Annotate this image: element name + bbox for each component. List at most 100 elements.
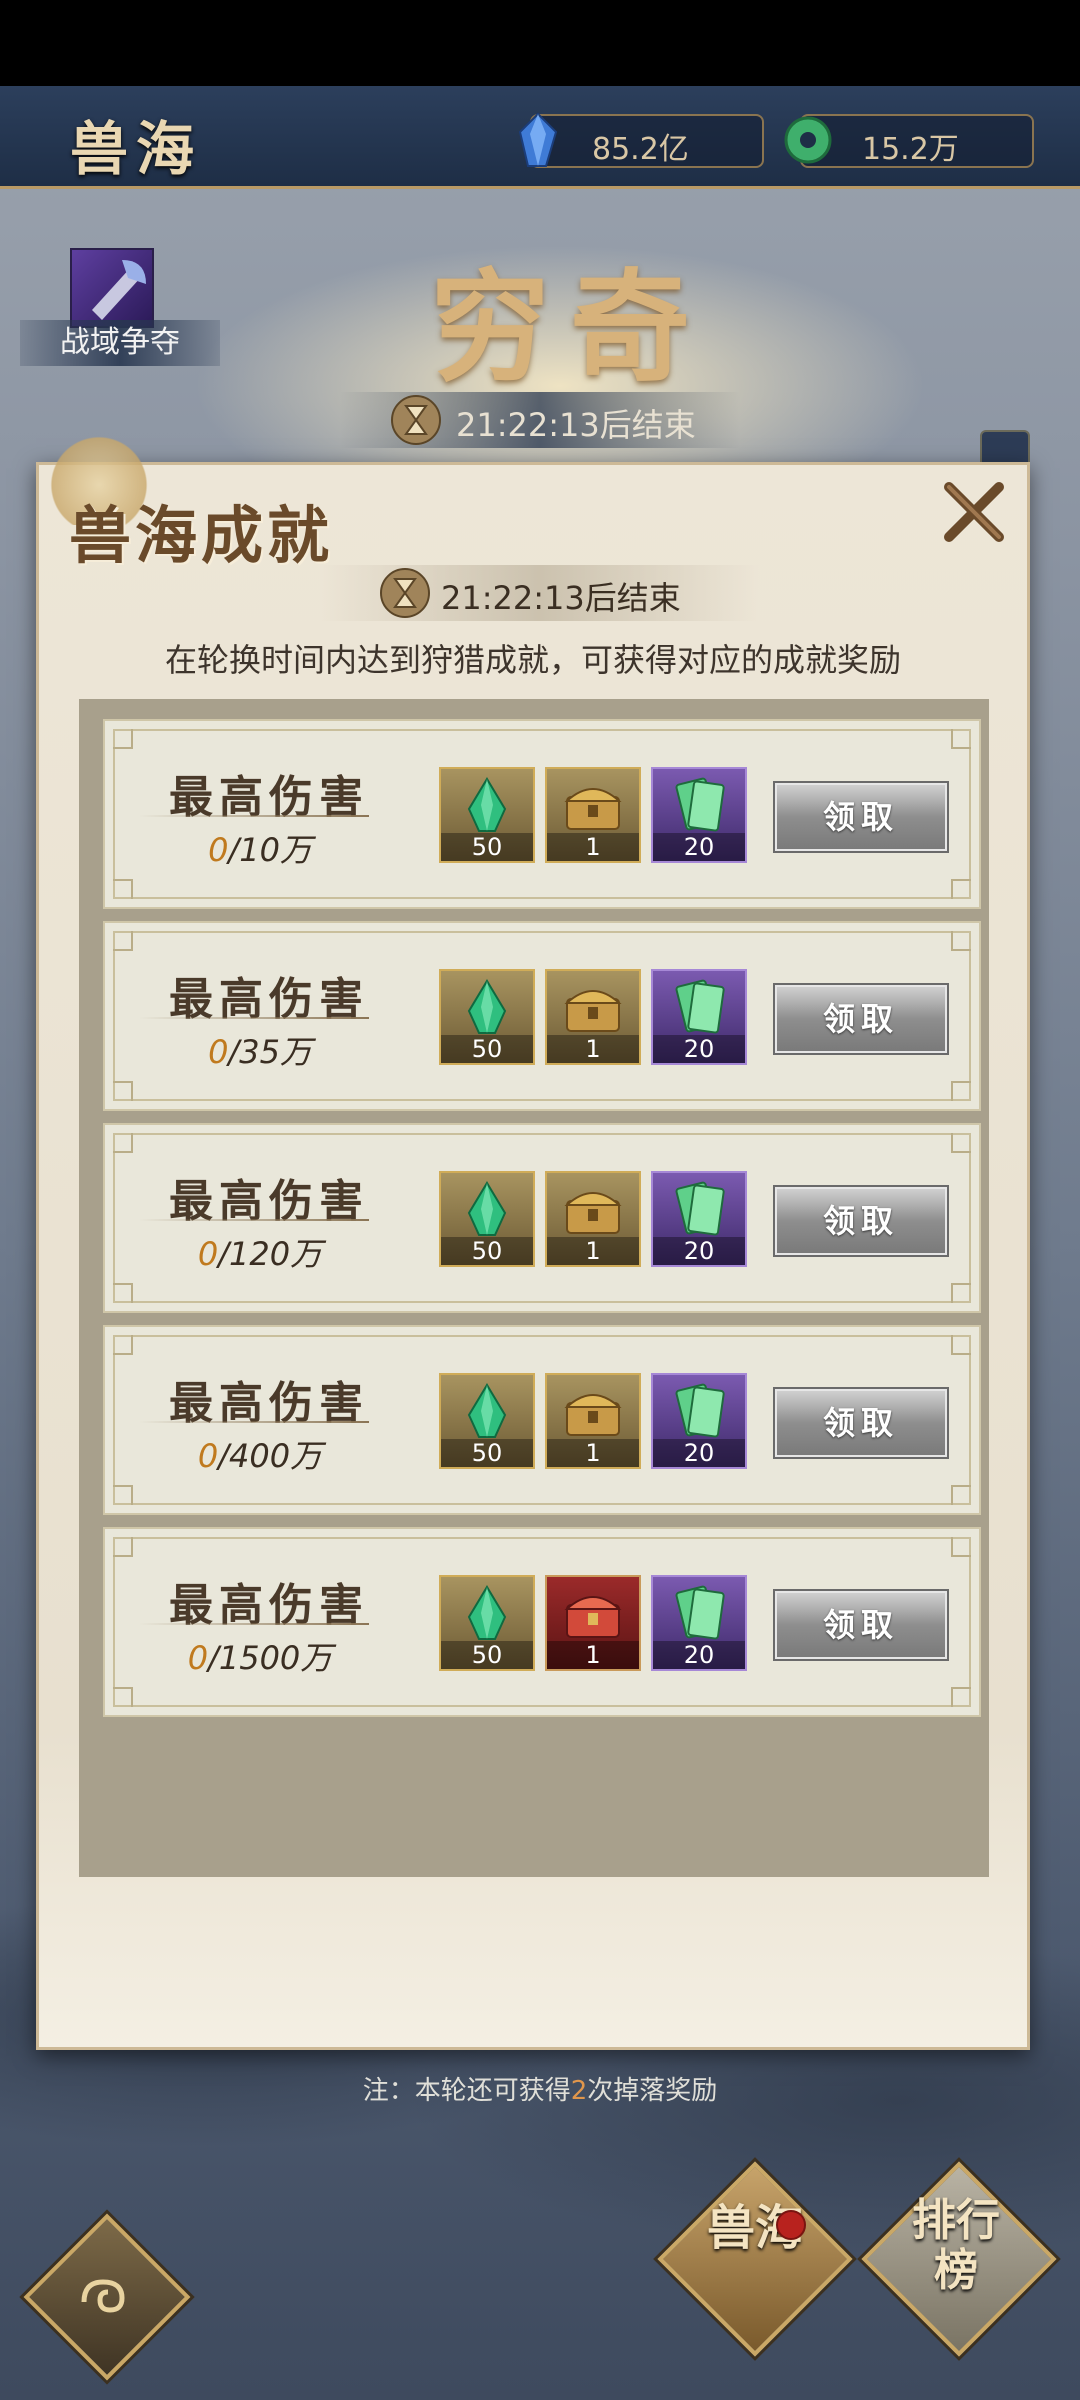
resource-crystal[interactable]: 85.2亿 (518, 112, 764, 168)
modal-timer: 21:22:13后结束 (319, 565, 759, 621)
ranking-label: 排行榜 (912, 2195, 1000, 2296)
event-timer-text: 21:22:13后结束 (456, 406, 696, 444)
reward-slot[interactable]: 1 (545, 1373, 641, 1469)
reward-slot[interactable]: 1 (545, 767, 641, 863)
note-suffix: 次掉落奖励 (587, 2076, 718, 2106)
reward-slot[interactable]: 50 (439, 1373, 535, 1469)
achievement-progress: 0/400万 (165, 1431, 355, 1477)
title-underline (139, 1219, 369, 1221)
achievement-row: 最高伤害 0/35万 50 1 20 领取 (103, 921, 981, 1111)
progress-current: 0 (208, 1033, 229, 1071)
achievement-row: 最高伤害 0/10万 50 1 20 领取 (103, 719, 981, 909)
achievement-progress: 0/10万 (165, 825, 355, 871)
progress-current: 0 (197, 1235, 219, 1273)
status-bar (0, 0, 1080, 86)
achievement-row: 最高伤害 0/120万 50 1 20 领取 (103, 1123, 981, 1313)
claim-button[interactable]: 领取 (775, 783, 947, 851)
green-talisman-icon (675, 1585, 725, 1640)
green-crystal-icon (467, 979, 507, 1034)
green-talisman-icon (675, 777, 725, 832)
progress-target: /10万 (228, 831, 312, 869)
hourglass-icon (380, 568, 430, 618)
progress-target: /35万 (228, 1033, 312, 1071)
reward-count: 20 (653, 1439, 745, 1467)
modal-timer-text: 21:22:13后结束 (441, 579, 681, 617)
axe-icon (92, 260, 146, 320)
green-crystal-icon (467, 1585, 507, 1640)
progress-target: /120万 (218, 1235, 323, 1273)
progress-target: /1500万 (208, 1639, 333, 1677)
reward-slot[interactable]: 20 (651, 1575, 747, 1671)
claim-button[interactable]: 领取 (775, 985, 947, 1053)
achievement-list[interactable]: 最高伤害 0/10万 50 1 20 领取 最高伤害 0/35万 50 1 20… (79, 699, 989, 1877)
cloud-swirl-icon (81, 2279, 125, 2313)
reward-count: 1 (547, 833, 639, 861)
reward-slot[interactable]: 50 (439, 969, 535, 1065)
reward-count: 20 (653, 1035, 745, 1063)
reward-slot[interactable]: 20 (651, 1171, 747, 1267)
gold-chest-icon (564, 990, 622, 1032)
gold-chest-icon (564, 1394, 622, 1436)
hourglass-icon (391, 395, 441, 445)
gold-chest-icon (564, 1192, 622, 1234)
crystal-amount: 85.2亿 (592, 132, 689, 167)
green-talisman-icon (675, 1181, 725, 1236)
reward-slot[interactable]: 50 (439, 1575, 535, 1671)
green-crystal-icon (467, 1383, 507, 1438)
green-talisman-icon (675, 1383, 725, 1438)
green-talisman-icon (675, 979, 725, 1034)
reward-slot[interactable]: 20 (651, 1373, 747, 1469)
jade-coin-icon (784, 116, 832, 164)
close-icon[interactable] (939, 479, 1009, 549)
progress-current: 0 (187, 1639, 209, 1677)
achievement-progress: 0/35万 (165, 1027, 355, 1073)
progress-current: 0 (208, 831, 229, 869)
achievement-row: 最高伤害 0/1500万 50 1 20 领取 (103, 1527, 981, 1717)
reward-slot[interactable]: 1 (545, 969, 641, 1065)
modal-description: 在轮换时间内达到狩猎成就，可获得对应的成就奖励 (164, 641, 901, 679)
reward-count: 50 (441, 1641, 533, 1669)
reward-slot[interactable]: 20 (651, 767, 747, 863)
title-underline (139, 1017, 369, 1019)
notification-dot (776, 2210, 806, 2240)
claim-button[interactable]: 领取 (775, 1187, 947, 1255)
reward-count: 20 (653, 1237, 745, 1265)
event-icon[interactable] (70, 248, 154, 328)
achievement-progress: 0/1500万 (165, 1633, 355, 1679)
reward-count: 50 (441, 1035, 533, 1063)
note-count: 2 (570, 2076, 588, 2106)
red-chest-icon (564, 1596, 622, 1638)
event-label[interactable]: 战域争夺 (20, 320, 220, 366)
title-underline (139, 815, 369, 817)
title-underline (139, 1421, 369, 1423)
event-timer: 21:22:13后结束 (340, 392, 740, 448)
reward-count: 50 (441, 1439, 533, 1467)
reward-count: 1 (547, 1035, 639, 1063)
blue-crystal-icon (518, 112, 558, 167)
reward-count: 1 (547, 1439, 639, 1467)
modal-title: 兽海成就 (69, 499, 334, 572)
resource-jade[interactable]: 15.2万 (784, 114, 1034, 168)
reward-count: 1 (547, 1641, 639, 1669)
title-underline (139, 1623, 369, 1625)
reward-count: 20 (653, 833, 745, 861)
reward-slot[interactable]: 50 (439, 1171, 535, 1267)
achievement-row: 最高伤害 0/400万 50 1 20 领取 (103, 1325, 981, 1515)
reward-count: 50 (441, 1237, 533, 1265)
reward-slot[interactable]: 20 (651, 969, 747, 1065)
achievement-modal: 兽海成就 21:22:13后结束 在轮换时间内达到狩猎成就，可获得对应的成就奖励… (36, 435, 1030, 2050)
reward-count: 1 (547, 1237, 639, 1265)
boss-name: 穷奇 (430, 257, 710, 398)
claim-button[interactable]: 领取 (775, 1389, 947, 1457)
achievement-progress: 0/120万 (165, 1229, 355, 1275)
claim-button[interactable]: 领取 (775, 1591, 947, 1659)
top-header: 兽海 85.2亿 15.2万 (0, 86, 1080, 189)
page-title: 兽海 (70, 115, 203, 183)
reward-slot[interactable]: 1 (545, 1171, 641, 1267)
jade-amount: 15.2万 (862, 132, 959, 167)
green-crystal-icon (467, 777, 507, 832)
reward-slot[interactable]: 50 (439, 767, 535, 863)
reward-slot[interactable]: 1 (545, 1575, 641, 1671)
reward-count: 20 (653, 1641, 745, 1669)
reward-count: 50 (441, 833, 533, 861)
